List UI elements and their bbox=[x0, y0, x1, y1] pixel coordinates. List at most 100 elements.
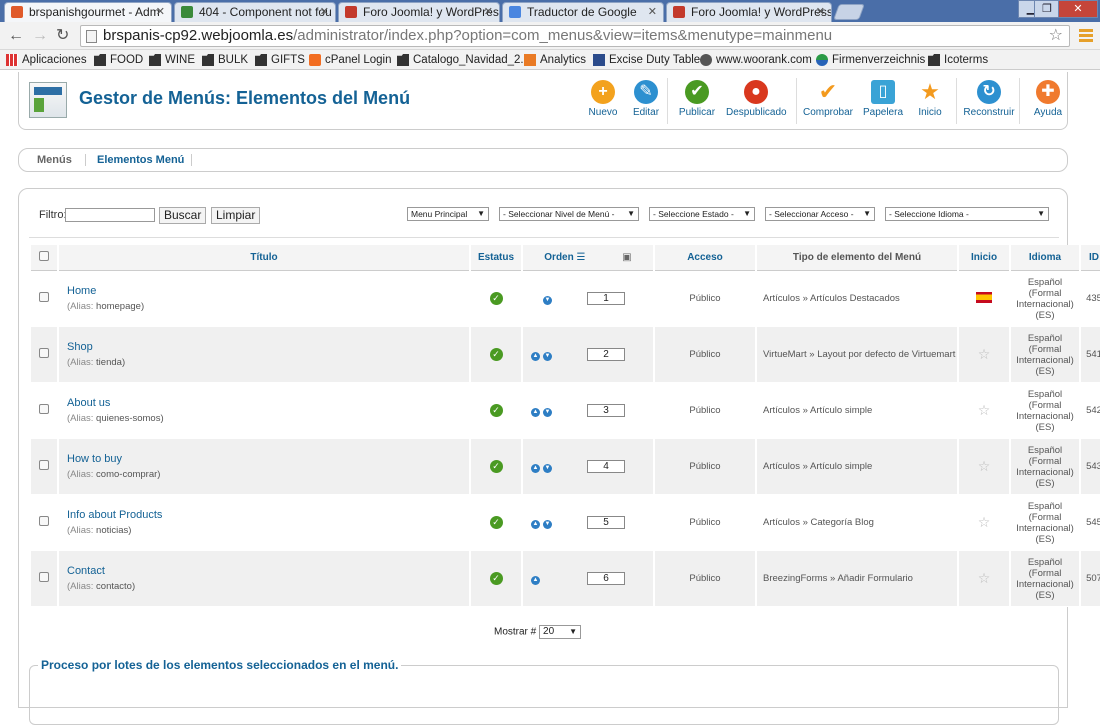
item-title-link[interactable]: Contact bbox=[67, 565, 469, 577]
row-checkbox[interactable] bbox=[39, 516, 49, 526]
clear-button[interactable]: Limpiar bbox=[211, 207, 261, 224]
bookmark-firmen[interactable]: Firmenverzeichnis bbox=[816, 53, 925, 67]
state-select[interactable]: - Seleccione Estado - ▼ bbox=[649, 207, 755, 221]
bookmark-star-icon[interactable]: ☆ bbox=[1049, 26, 1063, 46]
close-tab-icon[interactable]: ✕ bbox=[816, 3, 825, 21]
move-down-icon[interactable]: ▼ bbox=[543, 520, 552, 529]
move-up-icon[interactable]: ▲ bbox=[531, 464, 540, 473]
star-outline-icon[interactable]: ☆ bbox=[978, 458, 991, 474]
language-select[interactable]: - Seleccione Idioma - ▼ bbox=[885, 207, 1049, 221]
browser-menu-icon[interactable] bbox=[1079, 29, 1093, 43]
restore-button[interactable]: ❐ bbox=[1034, 0, 1060, 18]
col-language[interactable]: Idioma bbox=[1011, 245, 1079, 271]
back-arrow-icon[interactable]: ← bbox=[8, 26, 24, 46]
spain-flag-icon[interactable] bbox=[976, 291, 992, 303]
col-id[interactable]: ID bbox=[1081, 245, 1100, 271]
order-input[interactable]: 5 bbox=[587, 516, 625, 529]
col-order[interactable]: Orden ☰ ▣ bbox=[523, 245, 653, 271]
move-down-icon[interactable]: ▼ bbox=[543, 464, 552, 473]
col-home[interactable]: Inicio bbox=[959, 245, 1009, 271]
browser-tab-2[interactable]: Foro Joomla! y WordPress ✕ bbox=[338, 2, 500, 22]
close-tab-icon[interactable]: ✕ bbox=[320, 3, 329, 21]
bookmark-woorank[interactable]: www.woorank.com bbox=[700, 53, 812, 67]
new-tab-button[interactable] bbox=[833, 4, 865, 20]
row-checkbox[interactable] bbox=[39, 348, 49, 358]
bookmark-apps[interactable]: Aplicaciones bbox=[6, 53, 87, 67]
star-outline-icon[interactable]: ☆ bbox=[978, 514, 991, 530]
col-status[interactable]: Estatus bbox=[471, 245, 521, 271]
published-check-icon[interactable]: ✓ bbox=[489, 292, 503, 305]
search-button[interactable]: Buscar bbox=[159, 207, 207, 224]
bookmark-bulk[interactable]: BULK bbox=[202, 53, 248, 67]
checkin-button[interactable]: ✔ Comprobar bbox=[798, 80, 858, 119]
bookmark-icoterms[interactable]: Icoterms bbox=[928, 53, 988, 67]
bookmark-food[interactable]: FOOD bbox=[94, 53, 143, 67]
col-access[interactable]: Acceso bbox=[655, 245, 755, 271]
filter-input[interactable] bbox=[65, 208, 155, 222]
star-outline-icon[interactable]: ☆ bbox=[978, 402, 991, 418]
publish-button[interactable]: ✔ Publicar bbox=[667, 80, 727, 118]
bookmark-gifts[interactable]: GIFTS bbox=[255, 53, 305, 67]
row-checkbox[interactable] bbox=[39, 292, 49, 302]
star-outline-icon[interactable]: ☆ bbox=[978, 346, 991, 362]
limit-select[interactable]: 20 ▼ bbox=[539, 625, 582, 639]
save-order-icon[interactable]: ▣ bbox=[622, 252, 631, 263]
forward-arrow-icon[interactable]: → bbox=[32, 26, 48, 46]
submenu-menus[interactable]: Menús bbox=[37, 154, 72, 166]
unpublish-button[interactable]: ● Despublicado bbox=[726, 80, 787, 118]
rebuild-button[interactable]: ↻ Reconstruir bbox=[959, 80, 1019, 118]
item-title-link[interactable]: Home bbox=[67, 285, 469, 297]
access-select[interactable]: - Seleccionar Acceso - ▼ bbox=[765, 207, 875, 221]
row-checkbox[interactable] bbox=[39, 572, 49, 582]
order-input[interactable]: 4 bbox=[587, 460, 625, 473]
row-checkbox[interactable] bbox=[39, 404, 49, 414]
menu-select[interactable]: Menu Principal ▼ bbox=[407, 207, 489, 221]
close-tab-icon[interactable]: ✕ bbox=[484, 3, 493, 21]
move-up-icon[interactable]: ▲ bbox=[531, 576, 540, 585]
star-outline-icon[interactable]: ☆ bbox=[978, 570, 991, 586]
order-input[interactable]: 2 bbox=[587, 348, 625, 361]
submenu-menu-items[interactable]: Elementos Menú bbox=[97, 154, 184, 166]
col-title[interactable]: Título bbox=[59, 245, 469, 271]
move-down-icon[interactable]: ▼ bbox=[543, 408, 552, 417]
move-up-icon[interactable]: ▲ bbox=[531, 520, 540, 529]
browser-tab-4[interactable]: Foro Joomla! y WordPress ✕ bbox=[666, 2, 832, 22]
browser-tab-3[interactable]: Traductor de Google ✕ bbox=[502, 2, 664, 22]
browser-tab-1[interactable]: 404 - Component not fou ✕ bbox=[174, 2, 336, 22]
select-all-checkbox[interactable] bbox=[39, 251, 49, 261]
reload-icon[interactable]: ↻ bbox=[56, 26, 69, 46]
item-title-link[interactable]: Shop bbox=[67, 341, 469, 353]
published-check-icon[interactable]: ✓ bbox=[489, 404, 503, 417]
move-up-icon[interactable]: ▲ bbox=[531, 352, 540, 361]
bookmark-catalogo[interactable]: Catalogo_Navidad_2... bbox=[397, 53, 530, 67]
home-button[interactable]: ★ Inicio bbox=[900, 80, 960, 119]
close-window-button[interactable]: ✕ bbox=[1058, 0, 1098, 18]
bookmark-wine[interactable]: WINE bbox=[149, 53, 195, 67]
col-type[interactable]: Tipo de elemento del Menú bbox=[757, 245, 957, 271]
browser-tab-0[interactable]: brspanishgourmet - Adm ✕ bbox=[4, 2, 172, 22]
move-down-icon[interactable]: ▼ bbox=[543, 352, 552, 361]
level-select[interactable]: - Seleccionar Nivel de Menú - ▼ bbox=[499, 207, 639, 221]
row-checkbox[interactable] bbox=[39, 460, 49, 470]
language-cell: Español (Formal Internacional) (ES) bbox=[1011, 327, 1079, 383]
order-input[interactable]: 6 bbox=[587, 572, 625, 585]
item-title-link[interactable]: About us bbox=[67, 397, 469, 409]
bookmark-analytics[interactable]: Analytics bbox=[524, 53, 586, 67]
order-input[interactable]: 1 bbox=[587, 292, 625, 305]
help-button[interactable]: ✚ Ayuda bbox=[1018, 80, 1078, 118]
move-down-icon[interactable]: ▼ bbox=[543, 296, 552, 305]
close-tab-icon[interactable]: ✕ bbox=[156, 3, 165, 21]
item-title-link[interactable]: Info about Products bbox=[67, 509, 469, 521]
page-info-icon[interactable] bbox=[86, 30, 97, 43]
bookmark-cpanel[interactable]: cPanel Login bbox=[309, 53, 392, 67]
published-check-icon[interactable]: ✓ bbox=[489, 516, 503, 529]
item-title-link[interactable]: How to buy bbox=[67, 453, 469, 465]
close-tab-icon[interactable]: ✕ bbox=[648, 3, 657, 21]
move-up-icon[interactable]: ▲ bbox=[531, 408, 540, 417]
published-check-icon[interactable]: ✓ bbox=[489, 460, 503, 473]
published-check-icon[interactable]: ✓ bbox=[489, 572, 503, 585]
order-input[interactable]: 3 bbox=[587, 404, 625, 417]
published-check-icon[interactable]: ✓ bbox=[489, 348, 503, 361]
address-bar[interactable]: brspanis-cp92.webjoomla.es/administrator… bbox=[80, 25, 1070, 47]
bookmark-excise[interactable]: Excise Duty Table bbox=[593, 53, 700, 67]
